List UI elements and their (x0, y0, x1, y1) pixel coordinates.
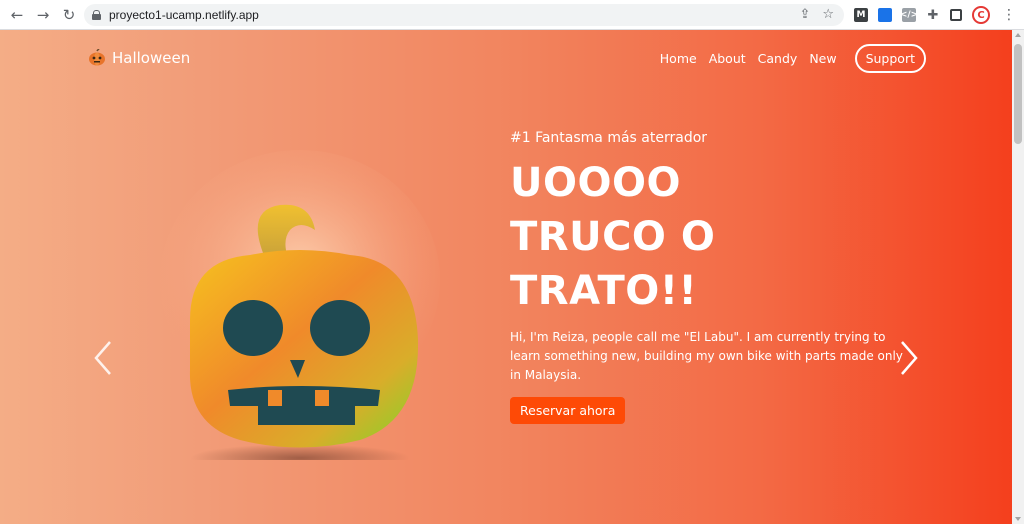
share-icon[interactable]: ⇪ (799, 7, 810, 22)
headline-line-3: TRATO!! (510, 268, 698, 314)
scroll-thumb[interactable] (1014, 44, 1022, 144)
carousel-prev-icon[interactable] (92, 338, 114, 378)
support-button[interactable]: Support (854, 44, 926, 73)
forward-icon[interactable]: → (32, 4, 54, 26)
hero-headline: UOOOO TRUCO O TRATO!! (510, 156, 910, 318)
hero-kicker: #1 Fantasma más aterrador (510, 130, 708, 146)
url-text: proyecto1-ucamp.netlify.app (109, 8, 259, 22)
scroll-down-icon[interactable] (1015, 517, 1021, 521)
page-viewport: Halloween Home About Candy New Support #… (0, 30, 1012, 524)
nav-candy-link[interactable]: Candy (758, 51, 798, 66)
site-logo[interactable]: Halloween (88, 49, 190, 67)
back-icon[interactable]: ← (6, 4, 28, 26)
extensions-puzzle-icon[interactable]: ✚ (926, 8, 940, 23)
lock-icon (92, 10, 101, 20)
pumpkin-illustration (160, 150, 440, 460)
reload-icon[interactable]: ↻ (58, 4, 80, 26)
extension-blue-icon[interactable] (878, 8, 892, 22)
hero-blurb: Hi, I'm Reiza, people call me "El Labu".… (510, 330, 903, 382)
logo-text: Halloween (112, 49, 191, 67)
headline-line-1: UOOOO (510, 160, 681, 206)
headline-line-2: TRUCO O (510, 214, 716, 260)
nav-about-link[interactable]: About (709, 51, 746, 66)
extension-code-icon[interactable]: </> (900, 8, 918, 22)
hero-content: #1 Fantasma más aterrador UOOOO TRUCO O … (510, 130, 910, 424)
browser-toolbar: ← → ↻ proyecto1-ucamp.netlify.app ⇪ ☆ M … (0, 0, 1024, 30)
reserve-button[interactable]: Reservar ahora (510, 397, 626, 424)
side-panel-icon[interactable] (950, 9, 962, 21)
profile-avatar[interactable]: C (972, 6, 990, 24)
nav-new-link[interactable]: New (809, 51, 836, 66)
main-nav: Home About Candy New Support (660, 44, 926, 73)
extension-m-icon[interactable]: M (854, 8, 868, 22)
scroll-up-icon[interactable] (1015, 33, 1021, 37)
pumpkin-logo-icon (89, 49, 105, 66)
bookmark-star-icon[interactable]: ☆ (822, 7, 834, 22)
nav-home-link[interactable]: Home (660, 51, 697, 66)
page-scrollbar[interactable] (1012, 30, 1024, 524)
address-bar[interactable]: proyecto1-ucamp.netlify.app ⇪ ☆ (84, 4, 844, 26)
carousel-next-icon[interactable] (898, 338, 920, 378)
browser-menu-icon[interactable]: ⋮ (1002, 7, 1016, 23)
